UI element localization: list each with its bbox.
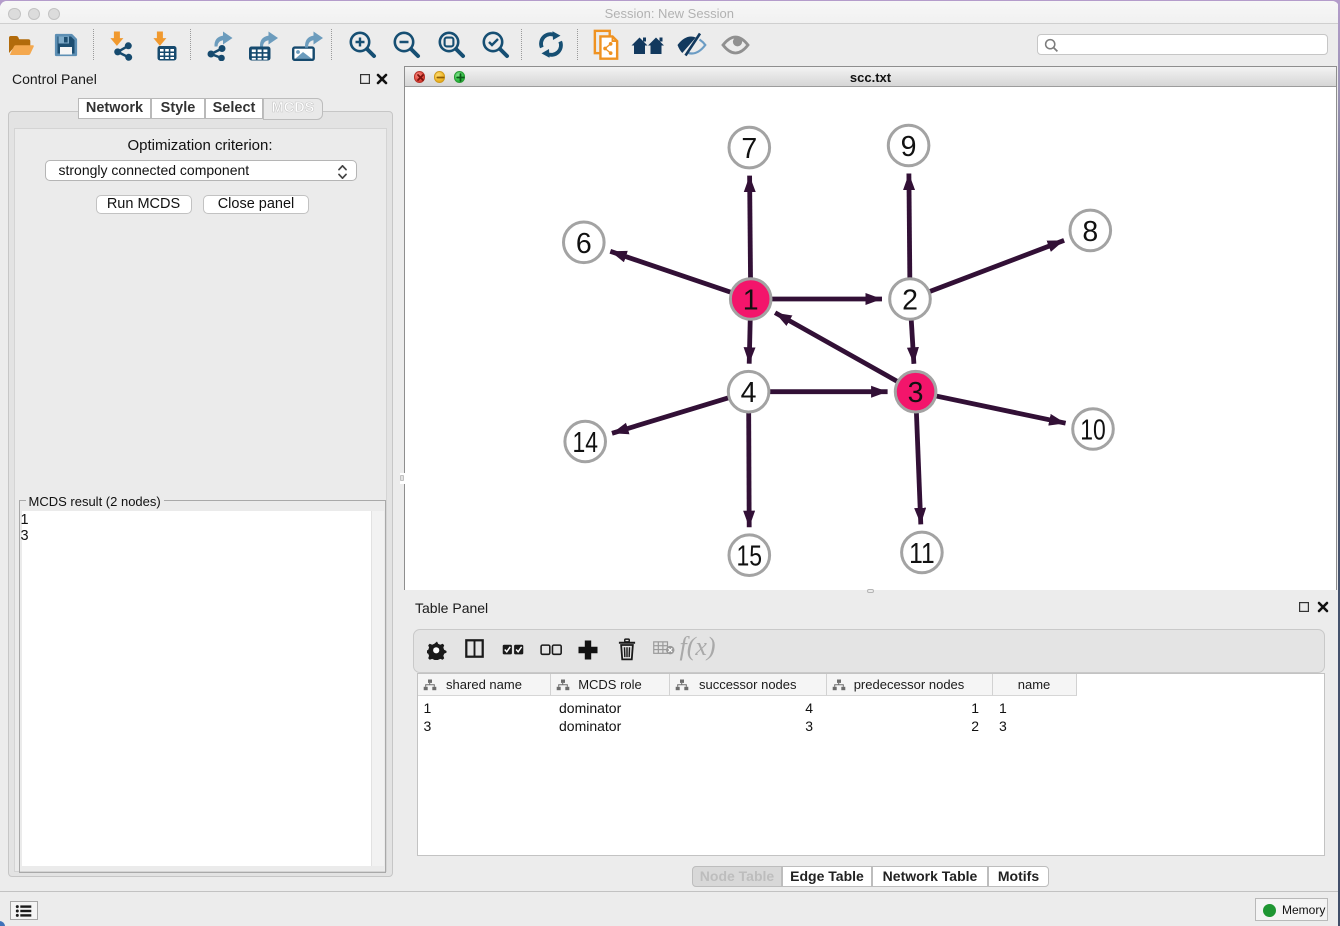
svg-text:3: 3 (908, 377, 924, 409)
svg-text:11: 11 (909, 538, 935, 570)
svg-text:7: 7 (741, 133, 757, 165)
svg-text:9: 9 (901, 131, 917, 163)
svg-text:4: 4 (741, 377, 757, 409)
svg-text:1: 1 (743, 285, 759, 317)
svg-text:14: 14 (572, 427, 598, 459)
svg-text:8: 8 (1082, 216, 1098, 248)
svg-text:10: 10 (1080, 415, 1106, 447)
svg-text:2: 2 (902, 285, 918, 317)
svg-text:6: 6 (576, 228, 592, 260)
svg-text:15: 15 (737, 541, 763, 573)
